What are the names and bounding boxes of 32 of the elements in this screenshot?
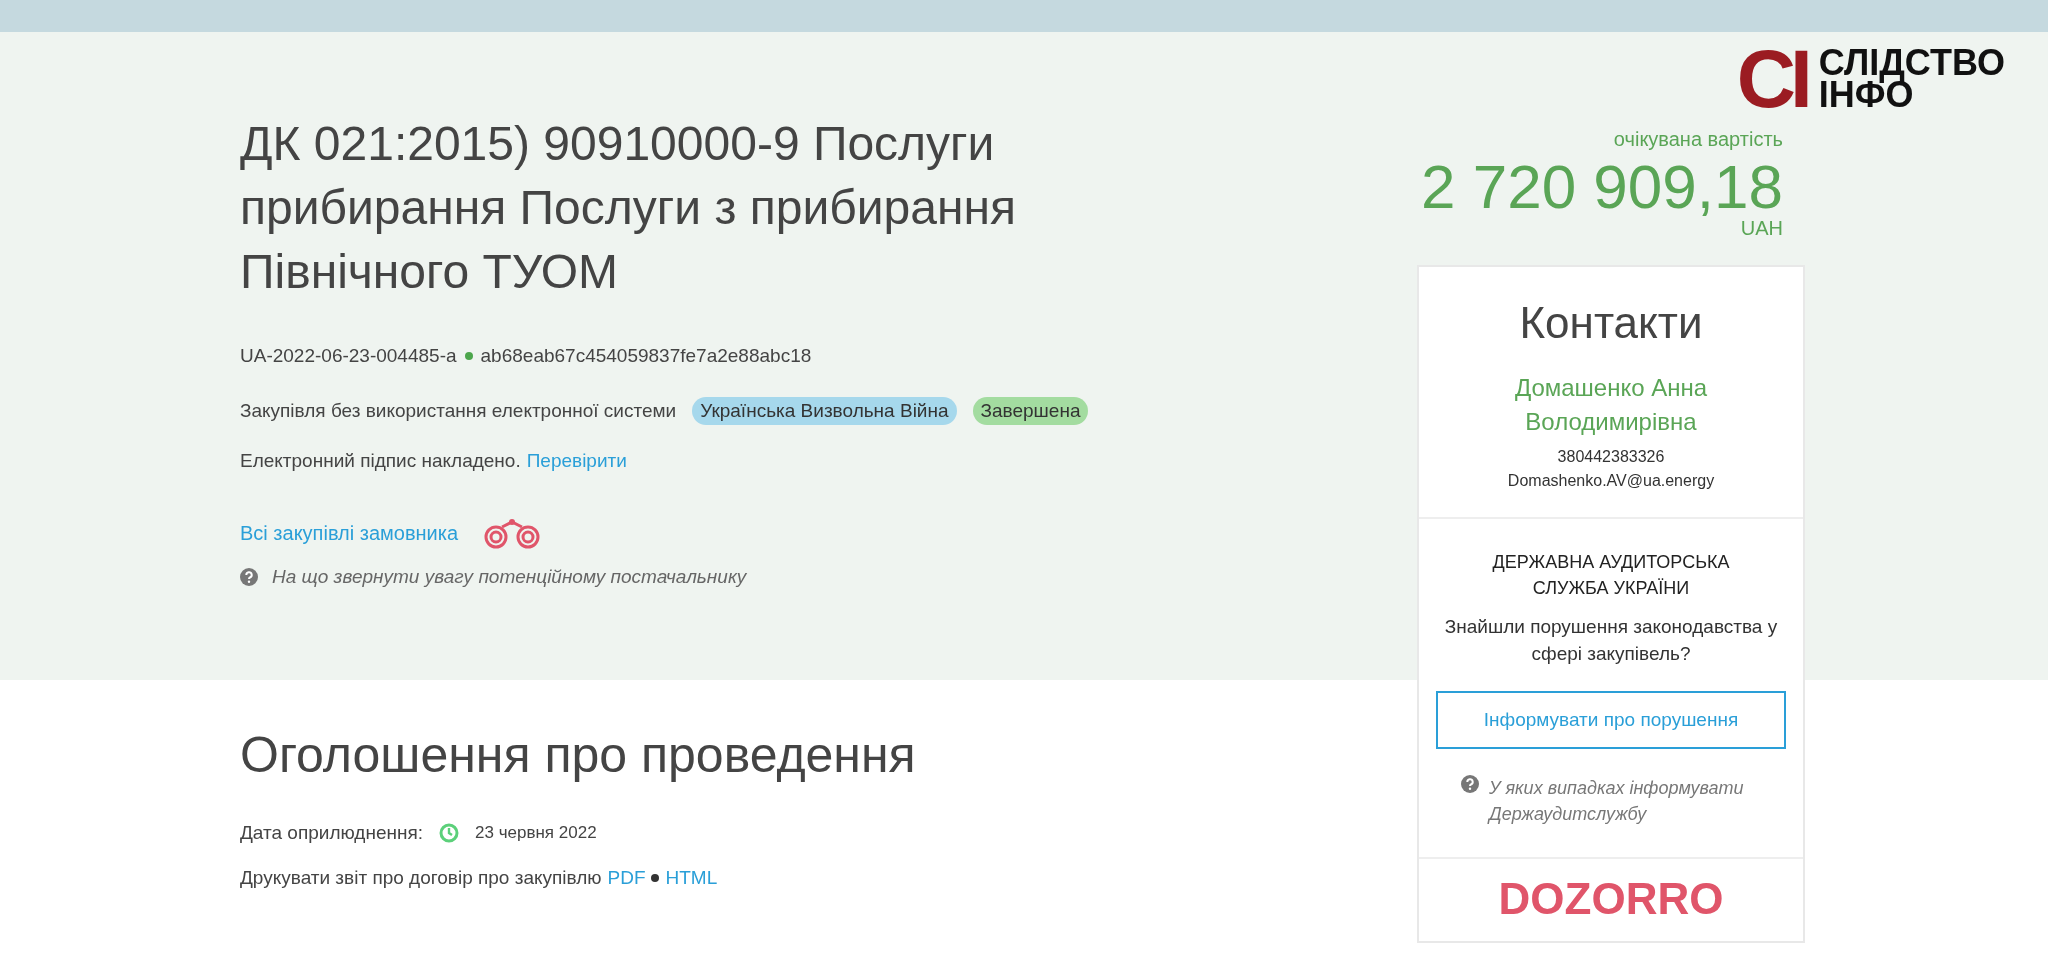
section-heading: Оголошення про проведення bbox=[240, 726, 917, 785]
clock-icon bbox=[439, 823, 459, 843]
status-tag: Українська Визвольна Війна bbox=[692, 397, 957, 425]
contact-name: Домашенко Анна Володимирівна bbox=[1513, 373, 1709, 437]
print-link[interactable]: PDF bbox=[607, 867, 646, 889]
report-violation-button[interactable]: Інформувати про порушення bbox=[1436, 691, 1786, 749]
procedure-type: Закупівля без використання електронної системи bbox=[240, 400, 677, 422]
verify-link[interactable]: Перевірити bbox=[526, 450, 627, 472]
contact-email: Domashenko.AV@ua.energy bbox=[1507, 471, 1715, 491]
signature-text: Електронний підпис накладено. bbox=[240, 450, 521, 472]
print-label: Друкувати звіт про договір про закупівлю bbox=[240, 867, 602, 889]
help-icon bbox=[1461, 775, 1479, 793]
help-icon bbox=[240, 568, 258, 586]
logo-mark: СІ bbox=[1736, 44, 1807, 114]
tender-hash: ab68eab67c454059837fe7a2e88abc18 bbox=[480, 345, 812, 367]
tender-title: ДК 021:2015) 90910000-9 Послуги прибирання Послуги з прибирання Північного ТУОМ bbox=[240, 116, 1017, 300]
tender-id: UA-2022-06-23-004485-a bbox=[240, 345, 457, 367]
price-label: очікувана вартість bbox=[1613, 128, 1783, 151]
separator-dot bbox=[651, 874, 660, 882]
status-tag: Завершена bbox=[972, 397, 1089, 425]
date-label: Дата оприлюднення: bbox=[240, 822, 423, 844]
audit-hint-link[interactable]: У яких випадках інформувати Держаудитслужбу bbox=[1489, 775, 1761, 827]
buyer-tenders-link[interactable]: Всі закупівлі замовника bbox=[240, 521, 459, 545]
publish-date: 23 червня 2022 bbox=[475, 823, 597, 843]
print-link[interactable]: HTML bbox=[665, 867, 718, 889]
separator-dot bbox=[464, 352, 473, 360]
contact-phone: 380442383326 bbox=[1557, 447, 1665, 467]
contacts-title: Контакти bbox=[1519, 297, 1703, 349]
audit-question: Знайшли порушення законодавства у сфері закупівель? bbox=[1443, 615, 1779, 666]
partner-logo: DOZORRO bbox=[1497, 873, 1725, 925]
supplier-hint-link[interactable]: На що звернути увагу потенційному постачальнику bbox=[272, 566, 747, 588]
audit-title: ДЕРЖАВНА АУДИТОРСЬКА СЛУЖБА УКРАЇНИ bbox=[1491, 551, 1731, 600]
